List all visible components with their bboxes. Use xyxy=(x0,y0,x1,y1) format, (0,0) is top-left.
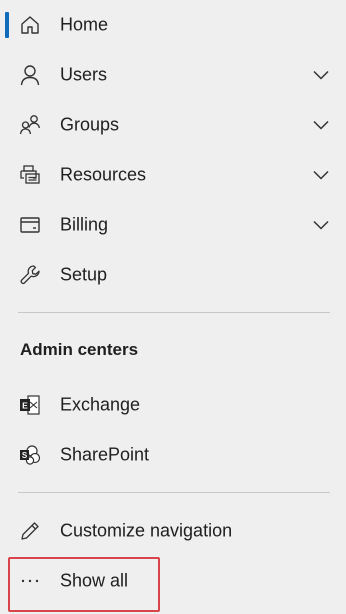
show-all-label: Show all xyxy=(60,570,129,591)
nav-item-sharepoint[interactable]: S SharePoint xyxy=(0,430,346,480)
nav-item-groups[interactable]: Groups xyxy=(0,100,346,150)
exchange-icon: E xyxy=(18,393,42,417)
ellipsis-icon xyxy=(18,569,42,593)
nav-item-label: Billing xyxy=(60,214,109,235)
customize-navigation-label: Customize navigation xyxy=(60,520,233,541)
chevron-down-icon[interactable] xyxy=(312,166,330,184)
nav-item-label: Home xyxy=(60,14,109,35)
left-navigation: Home Users Groups Resources Billing Setu… xyxy=(0,0,346,614)
nav-item-exchange[interactable]: E Exchange xyxy=(0,380,346,430)
nav-item-home[interactable]: Home xyxy=(0,0,346,50)
pencil-icon xyxy=(18,519,42,543)
nav-item-label: Users xyxy=(60,64,108,85)
divider xyxy=(18,312,330,313)
nav-item-label: Resources xyxy=(60,164,147,185)
divider xyxy=(18,492,330,493)
sharepoint-icon: S xyxy=(18,443,42,467)
active-indicator xyxy=(5,12,9,38)
svg-text:S: S xyxy=(22,451,28,460)
customize-navigation-button[interactable]: Customize navigation xyxy=(0,506,346,556)
wrench-icon xyxy=(18,263,42,287)
group-icon xyxy=(18,113,42,137)
chevron-down-icon[interactable] xyxy=(312,216,330,234)
nav-item-label: Exchange xyxy=(60,394,141,415)
nav-item-setup[interactable]: Setup xyxy=(0,250,346,300)
nav-item-label: Setup xyxy=(60,264,108,285)
nav-item-users[interactable]: Users xyxy=(0,50,346,100)
nav-item-label: Groups xyxy=(60,114,120,135)
credit-card-icon xyxy=(18,213,42,237)
printer-icon xyxy=(18,163,42,187)
chevron-down-icon[interactable] xyxy=(312,66,330,84)
admin-centers-heading: Admin centers xyxy=(20,340,139,359)
home-icon xyxy=(18,13,42,37)
person-icon xyxy=(18,63,42,87)
nav-item-label: SharePoint xyxy=(60,444,150,465)
chevron-down-icon[interactable] xyxy=(312,116,330,134)
show-all-button[interactable]: Show all xyxy=(0,556,346,606)
nav-item-billing[interactable]: Billing xyxy=(0,200,346,250)
svg-text:E: E xyxy=(22,400,28,410)
nav-item-resources[interactable]: Resources xyxy=(0,150,346,200)
